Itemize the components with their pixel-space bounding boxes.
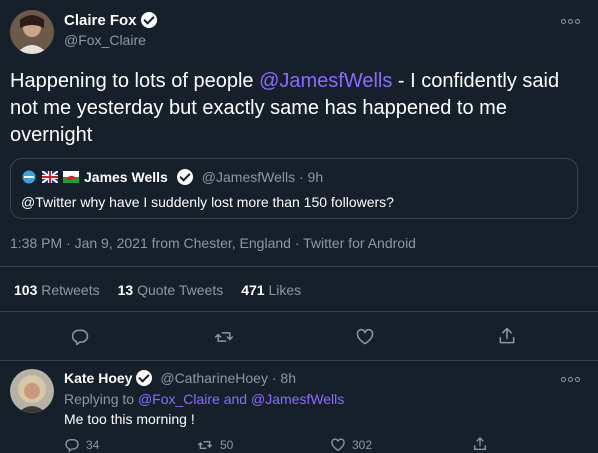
quotes-count: 13	[117, 282, 134, 298]
quoted-tweet-text: @Twitter why have I suddenly lost more t…	[21, 194, 394, 210]
reply-author-name[interactable]: Kate Hoey	[64, 370, 132, 386]
like-icon[interactable]	[355, 327, 375, 347]
share-icon[interactable]	[497, 326, 517, 346]
reply-text: Me too this morning !	[64, 411, 195, 427]
divider	[0, 311, 598, 312]
tweet-stats: 103 Retweets 13 Quote Tweets 471 Likes	[14, 282, 301, 298]
mention-link[interactable]: @JamesfWells	[259, 70, 392, 92]
retweets-stat[interactable]: 103 Retweets	[14, 282, 100, 298]
kate-hoey-avatar[interactable]	[10, 369, 54, 413]
main-tweet-text: Happening to lots of people @JamesfWells…	[10, 68, 585, 149]
main-author-line: Claire Fox	[64, 12, 157, 30]
quotes-label: Quote Tweets	[137, 282, 224, 298]
wales-flag-icon	[63, 171, 79, 183]
verified-badge-icon	[136, 370, 153, 386]
reply-retweet-action[interactable]: 50	[196, 437, 233, 453]
quoted-author-name: James Wells	[84, 169, 168, 185]
reply-icon[interactable]	[70, 327, 90, 347]
quoted-tweet-card[interactable]: James Wells @JamesfWells · 9h @Twitter w…	[10, 158, 578, 219]
retweets-count: 103	[14, 282, 38, 298]
quoted-handle-time: @JamesfWells · 9h	[201, 169, 324, 185]
uk-flag-icon	[42, 171, 58, 183]
tweet-meta: 1:38 PM · Jan 9, 2021 from Chester, Engl…	[10, 235, 416, 251]
retweets-label: Retweets	[41, 282, 100, 298]
reply-reply-action[interactable]: 34	[64, 437, 99, 453]
claire-fox-avatar[interactable]	[10, 10, 54, 54]
more-options-icon[interactable]	[561, 17, 581, 24]
likes-label: Likes	[268, 282, 302, 298]
avatar-photo	[10, 369, 54, 413]
avatar-photo	[10, 10, 54, 54]
divider	[0, 360, 598, 361]
reply-icon	[65, 439, 79, 453]
tweet-timestamp[interactable]: 1:38 PM · Jan 9, 2021 from Chester, Engl…	[10, 235, 291, 251]
tweet-text-part-1: Happening to lots of people	[10, 70, 260, 92]
reply-like-action[interactable]: 302	[330, 437, 372, 453]
main-author-handle[interactable]: @Fox_Claire	[64, 32, 146, 48]
reply-author-handle[interactable]: @CatharineHoey	[160, 370, 268, 386]
quotes-stat[interactable]: 13 Quote Tweets	[118, 282, 224, 298]
more-options-icon[interactable]	[561, 375, 581, 382]
reply-author-line: Kate Hoey @CatharineHoey · 8h	[64, 370, 296, 386]
replying-prefix: Replying to	[64, 391, 138, 407]
verified-badge-icon	[140, 12, 157, 28]
reply-time[interactable]: · 8h	[272, 370, 296, 386]
tweet-client[interactable]: Twitter for Android	[303, 235, 416, 251]
replying-to: Replying to @Fox_Claire and @JamesfWells	[64, 391, 344, 407]
like-icon	[331, 438, 345, 452]
emoji-icon-1	[22, 170, 36, 184]
retweet-icon[interactable]	[213, 327, 235, 347]
divider	[0, 266, 598, 267]
main-author-name[interactable]: Claire Fox	[64, 12, 137, 29]
verified-badge-icon	[176, 169, 193, 185]
likes-count: 471	[241, 282, 265, 298]
likes-stat[interactable]: 471 Likes	[241, 282, 301, 298]
retweet-icon	[197, 441, 213, 449]
quoted-tweet-header: James Wells @JamesfWells · 9h	[21, 169, 323, 185]
replying-to-links[interactable]: @Fox_Claire and @JamesfWells	[138, 391, 344, 407]
